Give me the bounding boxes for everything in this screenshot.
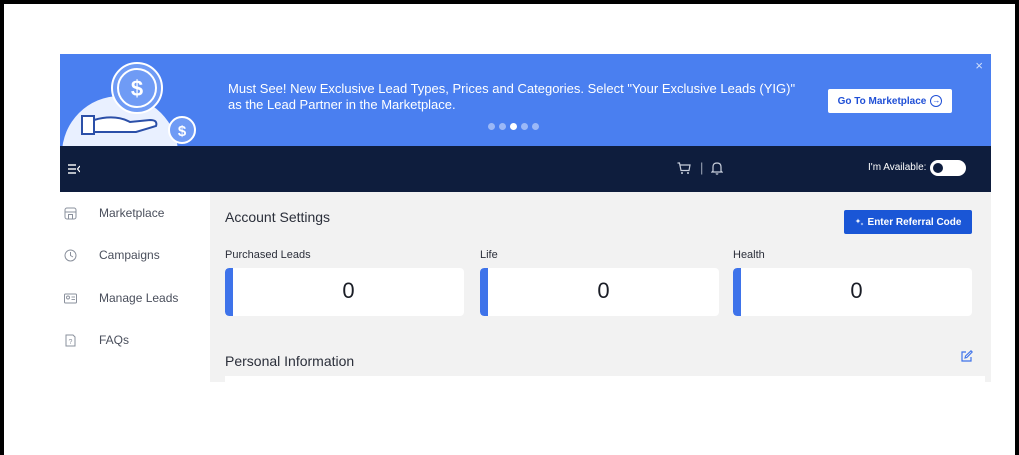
bell-icon[interactable] — [711, 161, 723, 175]
top-navbar: | I'm Available: — [60, 146, 991, 192]
sidebar-item-manage-leads[interactable]: Manage Leads — [60, 286, 210, 310]
enter-referral-code-button[interactable]: Enter Referral Code — [844, 210, 972, 234]
stat-value: 0 — [597, 278, 610, 303]
cart-icon[interactable] — [677, 162, 691, 175]
close-icon[interactable]: × — [975, 58, 983, 73]
question-doc-icon: ? — [65, 334, 76, 346]
go-to-marketplace-button[interactable]: Go To Marketplace → — [828, 89, 952, 113]
toggle-knob — [933, 163, 943, 173]
svg-text:$: $ — [131, 76, 143, 101]
carousel-dot[interactable] — [488, 123, 495, 130]
stat-value: 0 — [850, 278, 863, 303]
nav-separator: | — [700, 160, 704, 175]
personal-information-panel — [225, 376, 985, 382]
store-icon — [64, 207, 77, 219]
banner-message: Must See! New Exclusive Lead Types, Pric… — [228, 81, 796, 112]
arrow-right-circle-icon: → — [930, 95, 943, 107]
sidebar-item-label: Marketplace — [99, 206, 165, 220]
stat-value: 0 — [342, 278, 355, 303]
money-hand-illustration: $ $ — [62, 62, 196, 146]
sidebar-item-label: Manage Leads — [99, 291, 179, 305]
section-title-personal-information: Personal Information — [225, 353, 355, 369]
sidebar: Marketplace Campaigns Manage Leads ? FAQ… — [60, 192, 210, 382]
stat-label-purchased-leads: Purchased Leads — [225, 249, 311, 261]
carousel-dot[interactable] — [521, 123, 528, 130]
referral-button-label: Enter Referral Code — [867, 216, 962, 228]
stat-card-life: 0 — [480, 268, 719, 316]
go-to-marketplace-label: Go To Marketplace — [837, 95, 927, 107]
stat-accent-bar — [225, 268, 233, 316]
menu-collapse-icon[interactable] — [68, 163, 80, 175]
sparkle-icon — [855, 218, 864, 225]
promo-banner: $ $ Must See! New Exclusive Lead Types, … — [60, 54, 991, 146]
stat-label-health: Health — [733, 249, 765, 261]
sidebar-item-campaigns[interactable]: Campaigns — [60, 243, 210, 267]
clock-icon — [64, 249, 77, 261]
svg-text:$: $ — [178, 123, 187, 140]
carousel-dot[interactable] — [532, 123, 539, 130]
sidebar-item-marketplace[interactable]: Marketplace — [60, 201, 210, 225]
sidebar-item-label: FAQs — [99, 333, 130, 347]
svg-text:?: ? — [69, 339, 73, 346]
stat-card-health: 0 — [733, 268, 972, 316]
availability-label: I'm Available: — [868, 162, 927, 173]
stat-accent-bar — [480, 268, 488, 316]
availability-toggle[interactable] — [930, 160, 966, 176]
carousel-dots — [488, 123, 539, 130]
page-title: Account Settings — [225, 209, 331, 225]
stat-accent-bar — [733, 268, 741, 316]
main-content: Account Settings Enter Referral Code Pur… — [210, 192, 991, 382]
stat-label-life: Life — [480, 249, 498, 261]
carousel-dot-active[interactable] — [510, 123, 517, 130]
stat-card-purchased-leads: 0 — [225, 268, 464, 316]
contact-card-icon — [64, 293, 77, 303]
sidebar-item-faqs[interactable]: ? FAQs — [60, 328, 210, 352]
sidebar-item-label: Campaigns — [99, 248, 160, 262]
carousel-dot[interactable] — [499, 123, 506, 130]
edit-icon[interactable] — [960, 350, 973, 363]
